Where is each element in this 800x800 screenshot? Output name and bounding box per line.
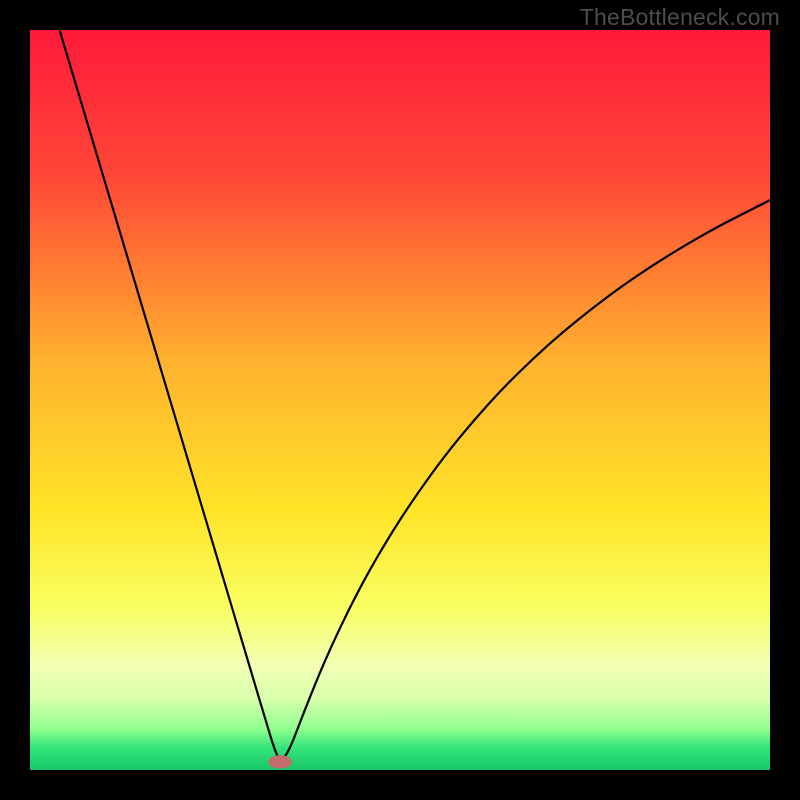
gradient-background [30, 30, 770, 770]
watermark-text: TheBottleneck.com [580, 4, 780, 31]
bottleneck-chart [30, 30, 770, 770]
chart-frame: TheBottleneck.com [0, 0, 800, 800]
minimum-marker [268, 755, 292, 768]
